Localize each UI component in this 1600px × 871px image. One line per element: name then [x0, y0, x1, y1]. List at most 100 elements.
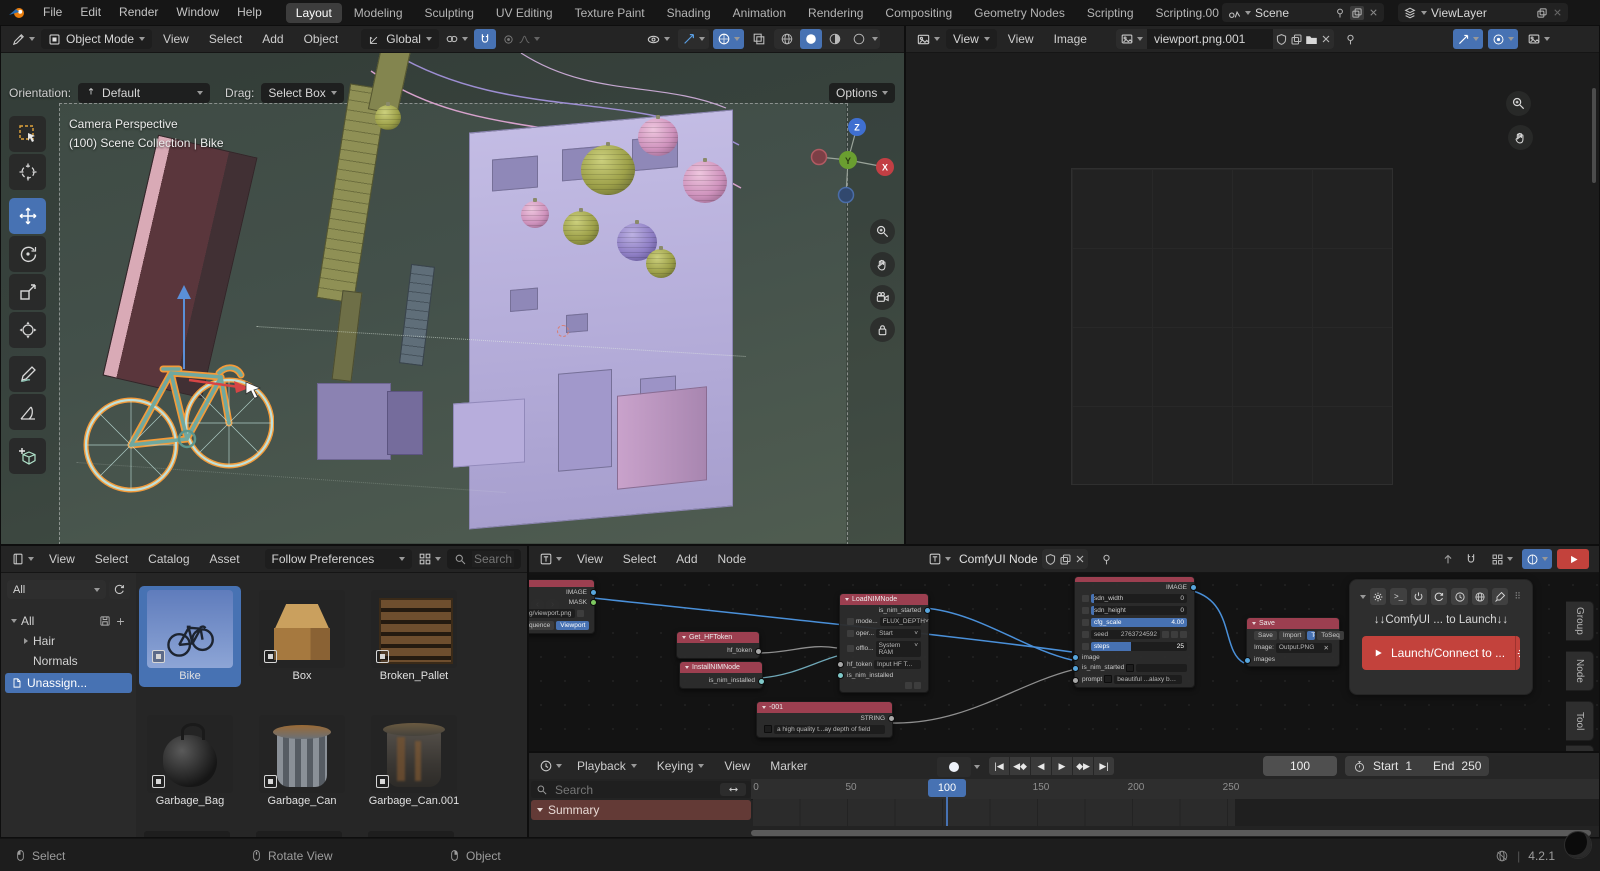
snap-toggle[interactable] [1460, 549, 1482, 569]
scene-lantern[interactable] [683, 161, 727, 203]
menu-add[interactable]: Add [667, 546, 706, 573]
start-value[interactable]: 1 [1405, 759, 1412, 773]
scene-object-box[interactable] [317, 383, 391, 460]
menu-edit[interactable]: Edit [71, 0, 110, 25]
axis-neg-z-handle[interactable] [839, 188, 854, 203]
node-header[interactable]: InstallNIMNode [680, 662, 762, 673]
node-header[interactable]: -001 [757, 702, 892, 713]
tool-transform[interactable] [9, 312, 46, 348]
toseq-button[interactable]: ToSeq [1317, 631, 1343, 640]
tab-view[interactable]: Vi [1566, 745, 1594, 752]
power-icon[interactable] [1411, 588, 1427, 605]
browse-tree-button[interactable] [924, 549, 955, 569]
workspace-tab[interactable]: Geometry Nodes [964, 3, 1075, 23]
tosn-button[interactable]: ToSN... [1307, 631, 1315, 640]
node-header[interactable] [528, 580, 594, 587]
copy-icon[interactable] [1536, 7, 1548, 19]
asset-item-garbage-bag[interactable]: Garbage_Bag [139, 711, 241, 812]
tool-annotate[interactable] [9, 356, 46, 392]
node-header[interactable]: LoadNIMNode [840, 594, 928, 605]
workspace-tab[interactable]: UV Editing [486, 3, 563, 23]
display-settings-dropdown[interactable] [414, 549, 445, 569]
asset-item-broken-pallet[interactable]: Broken_Pallet [363, 586, 465, 687]
visibility-dropdown[interactable] [642, 29, 674, 49]
close-icon[interactable] [1320, 33, 1332, 45]
catalog-item-normals[interactable]: Normals [5, 651, 132, 671]
editor-type-button[interactable] [7, 549, 38, 569]
menu-node[interactable]: Node [709, 546, 756, 573]
workspace-tab[interactable]: Modeling [344, 3, 413, 23]
asset-search[interactable] [447, 549, 521, 569]
catalog-item-all[interactable]: All [5, 611, 132, 631]
menu-playback[interactable]: Playback [568, 753, 646, 780]
image-canvas[interactable] [906, 53, 1599, 544]
menu-view[interactable]: View [40, 546, 84, 573]
add-catalog-icon[interactable] [115, 616, 126, 627]
keyframe-area-out-range[interactable] [1235, 799, 1599, 826]
playhead-frame-badge[interactable]: 100 [928, 779, 966, 797]
scene-object-dumpster[interactable] [617, 386, 707, 489]
pin-icon[interactable] [1344, 33, 1357, 46]
workspace-tab[interactable]: Animation [723, 3, 796, 23]
editor-type-button[interactable] [912, 29, 944, 49]
xray-toggle[interactable] [748, 29, 770, 49]
scene-name[interactable]: Scene [1255, 6, 1330, 20]
node-canvas[interactable]: ‹› IMAGE MASK ...ng/viewport.png Sequenc… [529, 573, 1599, 751]
menu-select[interactable]: Select [200, 26, 251, 53]
socket-installed-in[interactable] [837, 672, 844, 679]
menu-file[interactable]: File [34, 0, 71, 25]
pin-icon[interactable] [1100, 553, 1113, 566]
launch-connect-button[interactable]: Launch/Connect to ... [1362, 636, 1520, 670]
socket-images-in[interactable] [1244, 657, 1251, 664]
drag-mode-dropdown[interactable]: Select Box [261, 83, 343, 103]
workspace-tab[interactable]: Shading [657, 3, 721, 23]
socket-hftoken-in[interactable] [837, 661, 844, 668]
tab-node[interactable]: Node [1566, 651, 1594, 691]
axis-x-handle[interactable]: X [882, 163, 888, 173]
gizmo-z-arrow[interactable] [173, 281, 197, 371]
copy-icon[interactable] [1290, 33, 1303, 46]
next-keyframe-button[interactable]: ◆▶ [1073, 757, 1093, 775]
viewport-button[interactable]: Viewport [556, 621, 589, 630]
overlays-dropdown[interactable] [1522, 549, 1552, 569]
folder-icon[interactable] [1305, 33, 1318, 46]
socket-image-out[interactable] [1190, 584, 1197, 591]
workspace-tab[interactable]: Sculpting [415, 3, 484, 23]
workspace-tab[interactable]: Scripting.00 [1146, 3, 1229, 23]
catalog-item-hair[interactable]: Hair [5, 631, 132, 651]
lock-view-button[interactable] [870, 317, 895, 342]
stopwatch-icon[interactable] [1353, 760, 1366, 773]
scene-selector[interactable]: Scene [1222, 3, 1384, 22]
save-catalog-icon[interactable] [99, 615, 111, 627]
menu-select[interactable]: Select [86, 546, 137, 573]
shield-icon[interactable] [1044, 553, 1057, 566]
asset-item-garbage-can-001[interactable]: Garbage_Can.001 [363, 711, 465, 812]
tool-measure[interactable] [9, 394, 46, 430]
sequence-button[interactable]: Sequence [528, 621, 554, 630]
jump-to-start-button[interactable]: |◀ [989, 757, 1009, 775]
node-get-hftoken[interactable]: Get_HFToken hf_token [676, 631, 760, 659]
tab-tool[interactable]: Tool [1566, 701, 1594, 741]
chevron-down-icon[interactable] [974, 765, 980, 769]
scene-lantern[interactable] [521, 201, 549, 228]
tool-select-box[interactable] [9, 116, 46, 152]
node-load-nim[interactable]: LoadNIMNode is_nim_started mode...FLUX_D… [839, 593, 929, 693]
menu-object[interactable]: Object [295, 26, 348, 53]
copy-icon[interactable] [1350, 6, 1364, 20]
viewlayer-selector[interactable]: ViewLayer [1398, 3, 1568, 22]
axis-y-handle[interactable]: Y [845, 156, 851, 166]
display-channels-dropdown[interactable] [1523, 29, 1554, 49]
socket-prompt-in[interactable] [1072, 677, 1079, 684]
node-header[interactable]: Save [1247, 618, 1339, 629]
workspace-tab[interactable]: Compositing [875, 3, 962, 23]
image-name-field[interactable]: viewport.png.001 [1147, 29, 1273, 49]
socket-image-in[interactable] [1072, 654, 1079, 661]
workspace-tab[interactable]: Texture Paint [565, 3, 655, 23]
options-dropdown[interactable]: Options [829, 83, 895, 103]
socket-started-in[interactable] [1072, 665, 1079, 672]
browse-image-button[interactable] [1116, 29, 1147, 49]
refresh-icon[interactable] [1431, 588, 1447, 605]
scrollbar-horizontal[interactable] [751, 830, 1591, 836]
web-icon[interactable] [1472, 588, 1488, 605]
scene-lantern[interactable] [581, 145, 635, 195]
